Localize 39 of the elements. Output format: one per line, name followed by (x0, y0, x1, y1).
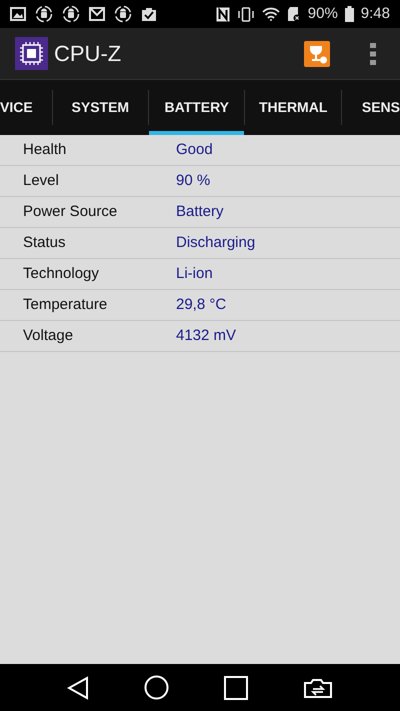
tab[interactable]: VICE (0, 80, 52, 135)
back-icon[interactable] (67, 676, 90, 700)
wifi-icon (262, 7, 280, 21)
app-title: CPU-Z (54, 40, 122, 68)
tab[interactable]: SYSTEM (52, 80, 148, 135)
property-value: Good (176, 140, 213, 160)
property-label: Status (23, 232, 67, 253)
mail-icon (89, 7, 105, 21)
property-label: Power Source (23, 202, 118, 222)
property-value: 4132 mV (176, 326, 236, 346)
vibrate-icon (236, 6, 255, 22)
battery-icon (344, 6, 354, 22)
property-label: Level (23, 170, 60, 191)
tab[interactable]: THERMAL (245, 80, 341, 135)
sd-card-icon (286, 6, 301, 22)
tab[interactable]: SENS (342, 80, 400, 135)
property-label: Health (23, 140, 68, 160)
property-value: Battery (176, 202, 224, 222)
property-label: Technology (23, 264, 100, 284)
property-label: Temperature (23, 294, 108, 315)
trophy-icon[interactable] (304, 40, 330, 66)
switch-apps-icon[interactable] (302, 676, 333, 698)
property-value: 29,8 °C (176, 294, 226, 315)
home-icon[interactable] (144, 675, 170, 700)
clock: 9:48 (360, 4, 390, 24)
android-sync-icon (114, 5, 132, 23)
property-value: Discharging (176, 232, 256, 253)
recents-icon[interactable] (224, 676, 248, 700)
clipboard-check-icon (141, 6, 157, 22)
overflow-menu-icon[interactable] (370, 42, 376, 64)
android-sync-icon (62, 5, 80, 23)
android-sync-icon (35, 5, 53, 23)
property-label: Voltage (23, 326, 74, 346)
battery-percent: 90% (308, 4, 338, 24)
cpu-chip-icon (15, 37, 48, 70)
property-value: Li-ion (176, 264, 213, 284)
nfc-icon (216, 6, 230, 22)
property-value: 90 % (176, 170, 210, 191)
image-icon (10, 7, 26, 21)
